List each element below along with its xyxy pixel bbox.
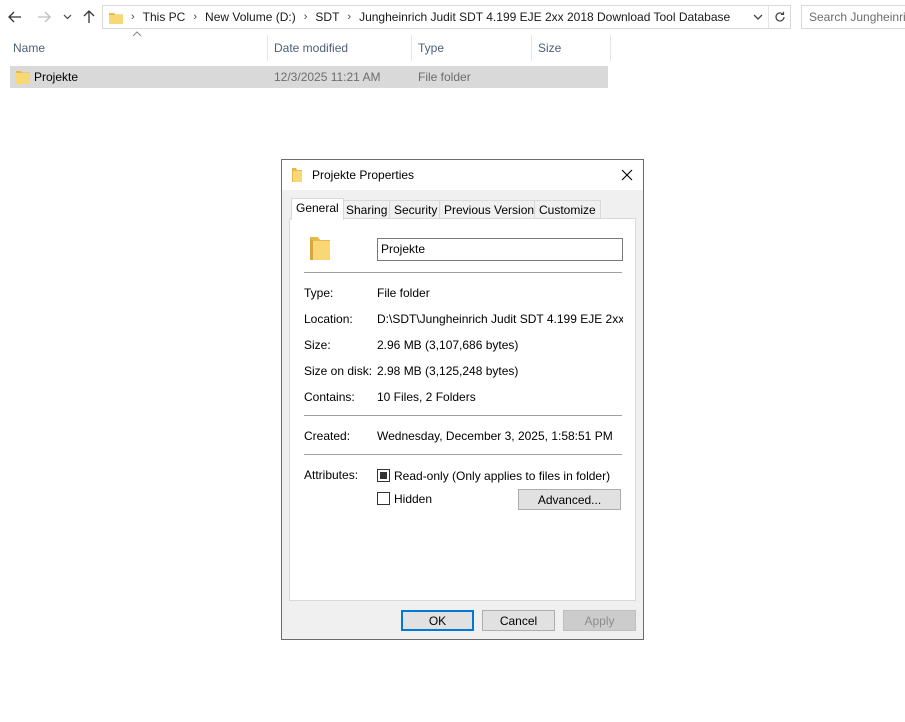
folder-icon [16,70,30,84]
breadcrumb-new-volume[interactable]: New Volume (D:) [201,6,300,28]
arrow-up-icon [83,10,95,23]
divider [304,415,622,416]
close-icon [621,169,633,181]
size-on-disk-value: 2.98 MB (3,125,248 bytes) [377,364,519,378]
divider [304,272,622,273]
type-value: File folder [377,286,430,300]
size-value: 2.96 MB (3,107,686 bytes) [377,338,519,352]
back-button[interactable] [5,6,25,28]
hidden-checkbox-label[interactable]: Hidden [394,492,432,506]
general-tab-panel: Projekte Type: File folder Location: D:\… [289,218,636,601]
readonly-checkbox-label[interactable]: Read-only (Only applies to files in fold… [394,469,610,483]
size-label: Size: [304,338,331,352]
column-header-type[interactable]: Type [418,37,444,59]
column-header-name[interactable]: Name [13,37,45,59]
breadcrumb-separator[interactable]: › [127,11,139,23]
arrow-right-icon [38,11,51,23]
forward-button[interactable] [34,6,54,28]
breadcrumb-separator[interactable]: › [300,11,312,23]
folder-name-input[interactable]: Projekte [377,238,623,261]
folder-icon [109,11,123,24]
sort-ascending-icon [132,31,142,37]
divider [304,454,622,455]
indeterminate-mark [380,472,387,479]
breadcrumb-this-pc[interactable]: This PC [139,6,190,28]
folder-icon [292,168,302,182]
attributes-label: Attributes: [304,468,359,482]
contains-label: Contains: [304,390,355,404]
column-header-date-modified[interactable]: Date modified [274,37,348,59]
column-divider[interactable] [267,35,268,61]
address-history-dropdown[interactable] [750,6,766,28]
tab-security[interactable]: Security [389,200,443,219]
column-divider[interactable] [411,35,412,61]
column-divider[interactable] [531,35,532,61]
properties-dialog: Projekte Properties General Sharing Secu… [281,159,644,640]
created-value: Wednesday, December 3, 2025, 1:58:51 PM [377,429,613,443]
tab-previous-versions[interactable]: Previous Versions [439,200,546,219]
breadcrumb-sdt[interactable]: SDT [311,6,343,28]
file-date-modified: 12/3/2025 11:21 AM [274,70,381,84]
created-label: Created: [304,429,351,443]
location-value: D:\SDT\Jungheinrich Judit SDT 4.199 EJE … [377,312,623,326]
tab-sharing[interactable]: Sharing [341,200,393,219]
size-on-disk-label: Size on disk: [304,364,373,378]
tab-general[interactable]: General [291,198,344,220]
chevron-down-icon [753,14,763,20]
type-label: Type: [304,286,334,300]
refresh-button[interactable] [768,6,790,28]
column-divider[interactable] [610,35,611,61]
advanced-button[interactable]: Advanced... [518,489,621,510]
apply-button[interactable]: Apply [563,610,636,631]
readonly-checkbox[interactable] [377,469,390,482]
hidden-checkbox[interactable] [377,492,390,505]
table-row[interactable]: Projekte 12/3/2025 11:21 AM File folder [10,66,608,88]
address-bar[interactable]: › This PC › New Volume (D:) › SDT › Jung… [102,5,791,29]
column-header-size[interactable]: Size [538,37,561,59]
ok-button[interactable]: OK [401,610,474,631]
close-button[interactable] [617,165,637,185]
file-type: File folder [418,70,471,84]
contains-value: 10 Files, 2 Folders [377,390,476,404]
dialog-titlebar[interactable]: Projekte Properties [282,160,643,190]
search-input[interactable]: Search Jungheinri... [801,5,905,29]
recent-locations-button[interactable] [58,6,76,28]
file-name: Projekte [34,70,79,84]
chevron-down-icon [63,14,71,20]
location-label: Location: [304,312,353,326]
cancel-button[interactable]: Cancel [482,610,555,631]
breadcrumb-current-folder[interactable]: Jungheinrich Judit SDT 4.199 EJE 2xx 201… [355,6,734,28]
tab-customize[interactable]: Customize [534,200,601,219]
breadcrumb-separator[interactable]: › [189,11,201,23]
refresh-icon [774,11,785,22]
breadcrumb-separator[interactable]: › [343,11,355,23]
folder-icon [308,235,332,261]
dialog-title: Projekte Properties [312,168,415,182]
up-button[interactable] [79,6,99,28]
arrow-left-icon [8,11,21,23]
